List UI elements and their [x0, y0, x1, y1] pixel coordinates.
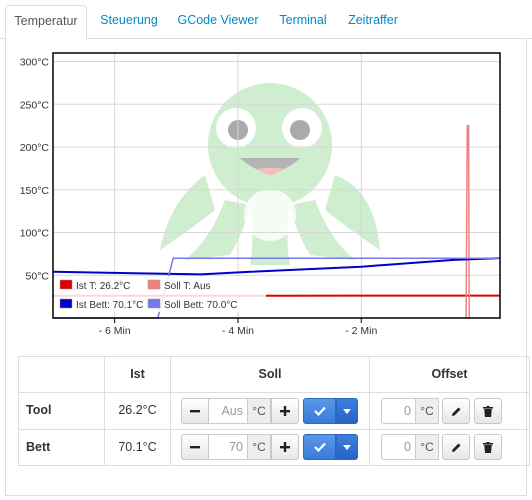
y-tick-label: 150°C — [20, 185, 50, 197]
row-label-bett: Bett — [26, 440, 51, 454]
bett-target-input[interactable]: 70 — [209, 434, 247, 460]
minus-icon — [190, 446, 200, 449]
octopus-logo — [160, 83, 380, 265]
tab-steuerung[interactable]: Steuerung — [94, 5, 164, 38]
header-soll: Soll — [258, 367, 282, 381]
check-icon — [313, 406, 326, 416]
tab-temperatur[interactable]: Temperatur — [5, 5, 87, 39]
tool-increment-button[interactable] — [271, 398, 299, 424]
legend-label-ist-t: Ist T: 26.2°C — [76, 281, 130, 292]
row-label-tool: Tool — [26, 403, 52, 417]
y-tick-label: 200°C — [20, 142, 50, 154]
caret-down-icon — [343, 408, 351, 414]
y-tick-label: 250°C — [20, 99, 50, 111]
tool-edit-offset-button[interactable] — [442, 398, 470, 424]
temperature-table: Ist Soll Offset Tool 26.2°C Aus °C 0 °C … — [18, 356, 530, 466]
caret-down-icon — [343, 444, 351, 450]
bett-increment-button[interactable] — [271, 434, 299, 460]
legend-label-ist-bett: Ist Bett: 70.1°C — [76, 300, 143, 311]
trash-icon — [483, 441, 493, 453]
bett-target-unit: °C — [247, 434, 271, 460]
legend-swatch-ist-bett — [59, 298, 73, 309]
tab-gcode-viewer[interactable]: GCode Viewer — [172, 5, 264, 38]
bett-target-dropdown-button[interactable] — [336, 434, 358, 460]
plus-icon — [280, 442, 290, 452]
tool-delete-offset-button[interactable] — [474, 398, 502, 424]
y-tick-label: 50°C — [26, 270, 50, 282]
series-line-1 — [465, 124, 470, 319]
tool-offset-unit: °C — [415, 398, 439, 424]
temperature-chart: 50°C 100°C 150°C 200°C 250°C 300°C - 6 Min - 4 … — [20, 52, 501, 337]
tab-zeitraffer[interactable]: Zeitraffer — [340, 5, 406, 38]
legend: Ist T: 26.2°C Soll T: Aus Ist Bett: 70.1… — [54, 276, 266, 312]
bett-set-target-button[interactable] — [303, 434, 336, 460]
legend-label-soll-bett: Soll Bett: 70.0°C — [164, 300, 237, 311]
tool-target-unit: °C — [247, 398, 271, 424]
table-row-bett: Bett 70.1°C 70 °C 0 °C — [18, 430, 530, 465]
bett-edit-offset-button[interactable] — [442, 434, 470, 460]
x-tick-label: - 2 Min — [345, 325, 377, 337]
y-tick-label: 300°C — [20, 57, 50, 69]
bett-actual-temp: 70.1°C — [118, 440, 157, 454]
legend-swatch-ist-t — [59, 279, 73, 290]
tab-bar: Temperatur Steuerung GCode Viewer Termin… — [0, 0, 532, 39]
legend-label-soll-t: Soll T: Aus — [164, 281, 211, 292]
legend-swatch-soll-t — [147, 279, 161, 290]
check-icon — [313, 442, 326, 452]
header-offset: Offset — [431, 367, 468, 381]
bett-decrement-button[interactable] — [181, 434, 209, 460]
bett-offset-unit: °C — [415, 434, 439, 460]
pencil-icon — [451, 443, 460, 452]
legend-swatch-soll-bett — [147, 298, 161, 309]
bett-offset-input[interactable]: 0 — [381, 434, 415, 460]
y-tick-label: 100°C — [20, 228, 50, 240]
tool-target-input[interactable]: Aus — [209, 398, 247, 424]
x-tick-label: - 6 Min — [99, 325, 131, 337]
header-ist: Ist — [130, 367, 145, 381]
table-row-tool: Tool 26.2°C Aus °C 0 °C — [18, 393, 530, 429]
pencil-icon — [451, 407, 460, 416]
trash-icon — [483, 405, 493, 417]
plus-icon — [280, 406, 290, 416]
bett-delete-offset-button[interactable] — [474, 434, 502, 460]
x-tick-label: - 4 Min — [222, 325, 254, 337]
tool-target-dropdown-button[interactable] — [336, 398, 358, 424]
tool-set-target-button[interactable] — [303, 398, 336, 424]
minus-icon — [190, 410, 200, 413]
tool-offset-input[interactable]: 0 — [381, 398, 415, 424]
tool-actual-temp: 26.2°C — [118, 403, 157, 417]
tool-decrement-button[interactable] — [181, 398, 209, 424]
tab-terminal[interactable]: Terminal — [272, 5, 334, 38]
